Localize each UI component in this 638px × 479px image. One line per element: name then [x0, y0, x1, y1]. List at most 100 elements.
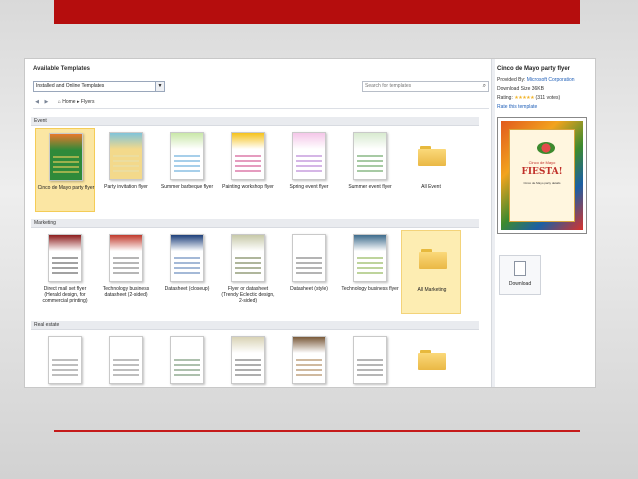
template-tile[interactable] [157, 332, 217, 387]
thumbnail-text-line [296, 359, 322, 361]
tile-label: Painting workshop flyer [222, 184, 274, 190]
search-icon[interactable]: ⌕ [483, 82, 486, 91]
thumbnail-text-line [174, 359, 200, 361]
chevron-down-icon[interactable]: ▼ [155, 82, 164, 91]
thumbnail-text-line [357, 155, 383, 157]
template-tile[interactable] [35, 332, 95, 387]
thumbnail-text-line [174, 257, 200, 259]
rate-template-link[interactable]: Rate this template [497, 104, 537, 110]
thumbnail-text-line [235, 272, 261, 274]
template-source-select[interactable]: Installed and Online Templates ▼ [33, 81, 165, 92]
rating-line: Rating: ★★★★★ (311 votes) [497, 95, 560, 101]
forward-arrow-icon[interactable]: ▶ [42, 97, 50, 108]
template-thumbnail [292, 336, 326, 384]
breadcrumb-current[interactable]: Flyers [81, 99, 95, 105]
template-tile[interactable]: Datasheet (style) [279, 230, 339, 314]
category-folder-tile[interactable] [401, 332, 461, 387]
thumbnail-text-line [357, 369, 383, 371]
thumbnail-text-line [235, 267, 261, 269]
thumbnail-text-line [357, 262, 383, 264]
template-tile[interactable]: Summer barbeque flyer [157, 128, 217, 212]
thumbnail-text-line [296, 272, 322, 274]
download-label: Download [508, 281, 532, 287]
tile-label: Party invitation flyer [104, 184, 148, 190]
template-tile[interactable]: Cinco de Mayo party flyer [35, 128, 95, 212]
thumbnail-text-line [235, 262, 261, 264]
thumbnail-text-line [113, 374, 139, 376]
thumbnail-text-line [357, 160, 383, 162]
template-tile[interactable]: Datasheet (closeup) [157, 230, 217, 314]
thumbnail-text-line [296, 160, 322, 162]
template-thumbnail [49, 133, 83, 181]
thumbnail-text-line [357, 374, 383, 376]
thumbnail-text-line [235, 374, 261, 376]
template-tile[interactable]: Technology business flyer [340, 230, 400, 314]
template-tile[interactable]: Painting workshop flyer [218, 128, 278, 212]
tile-label: Direct mail set flyer (Herald design, fo… [42, 286, 88, 304]
thumbnail-text-line [296, 369, 322, 371]
home-icon[interactable]: ⌂ [58, 97, 61, 108]
thumbnail-text-line [174, 369, 200, 371]
template-tile[interactable]: Party invitation flyer [96, 128, 156, 212]
thumbnail-text-line [235, 369, 261, 371]
section-header: Real estate [31, 321, 479, 330]
thumbnail-text-line [174, 165, 200, 167]
breadcrumb-home[interactable]: Home [62, 99, 75, 105]
thumbnail-text-line [174, 155, 200, 157]
provider-link[interactable]: Microsoft Corporation [527, 77, 575, 83]
category-folder-tile[interactable]: All Marketing [401, 230, 461, 314]
tile-label: Technology business datasheet (2-sided) [102, 286, 150, 298]
thumbnail-text-line [52, 272, 78, 274]
thumbnail-text-line [296, 262, 322, 264]
template-tile[interactable]: Flyer or datasheet (Trendy Eclectic desi… [218, 230, 278, 314]
search-input[interactable]: Search for templates ⌕ [362, 81, 489, 92]
template-tile[interactable]: Technology business datasheet (2-sided) [96, 230, 156, 314]
template-preview: Cinco de Mayo FIESTA! Cinco de Mayo part… [497, 117, 587, 234]
thumbnail-text-line [52, 267, 78, 269]
flower-icon [537, 142, 555, 154]
template-tile[interactable] [340, 332, 400, 387]
template-thumbnail [231, 336, 265, 384]
template-tile[interactable] [96, 332, 156, 387]
thumbnail-text-line [296, 165, 322, 167]
thumbnail-text-line [113, 165, 139, 167]
thumbnail-text-line [357, 170, 383, 172]
thumbnail-text-line [174, 374, 200, 376]
tile-label: Cinco de Mayo party flyer [37, 185, 95, 191]
thumbnail-text-line [235, 364, 261, 366]
template-tile[interactable] [218, 332, 278, 387]
template-dialog: Available Templates Installed and Online… [24, 58, 596, 388]
back-arrow-icon[interactable]: ◀ [33, 97, 41, 108]
tile-label: All Marketing [417, 287, 447, 293]
rating-votes: (311 votes) [535, 95, 561, 101]
template-tile[interactable]: Summer event flyer [340, 128, 400, 212]
template-source-value: Installed and Online Templates [36, 83, 105, 89]
category-folder-tile[interactable]: All Event [401, 128, 461, 212]
template-thumbnail [292, 132, 326, 180]
available-templates-title: Available Templates [33, 66, 91, 72]
vertical-scrollbar[interactable] [491, 59, 495, 387]
thumbnail-text-line [296, 364, 322, 366]
template-tile[interactable]: Direct mail set flyer (Herald design, fo… [35, 230, 95, 314]
template-tile[interactable]: Spring event flyer [279, 128, 339, 212]
thumbnail-text-line [53, 161, 79, 163]
thumbnail-text-line [174, 364, 200, 366]
thumbnail-text-line [113, 267, 139, 269]
thumbnail-text-line [296, 374, 322, 376]
preview-border-art: Cinco de Mayo FIESTA! Cinco de Mayo part… [501, 121, 583, 230]
document-icon [514, 261, 526, 276]
thumbnail-text-line [53, 156, 79, 158]
template-thumbnail [109, 234, 143, 282]
thumbnail-text-line [296, 257, 322, 259]
template-tile[interactable] [279, 332, 339, 387]
preview-line1: Cinco de Mayo [528, 160, 556, 165]
bottom-rule [54, 430, 580, 432]
templates-pane: Available Templates Installed and Online… [25, 59, 491, 387]
thumbnail-text-line [174, 262, 200, 264]
rating-stars: ★★★★★ [514, 95, 535, 101]
thumbnail-text-line [52, 359, 78, 361]
thumbnail-text-line [235, 160, 261, 162]
breadcrumb: ◀ ▶ ⌂ Home ▸ Flyers [33, 97, 489, 109]
preview-line2: FIESTA! [521, 167, 563, 177]
download-button[interactable]: Download [499, 255, 541, 295]
